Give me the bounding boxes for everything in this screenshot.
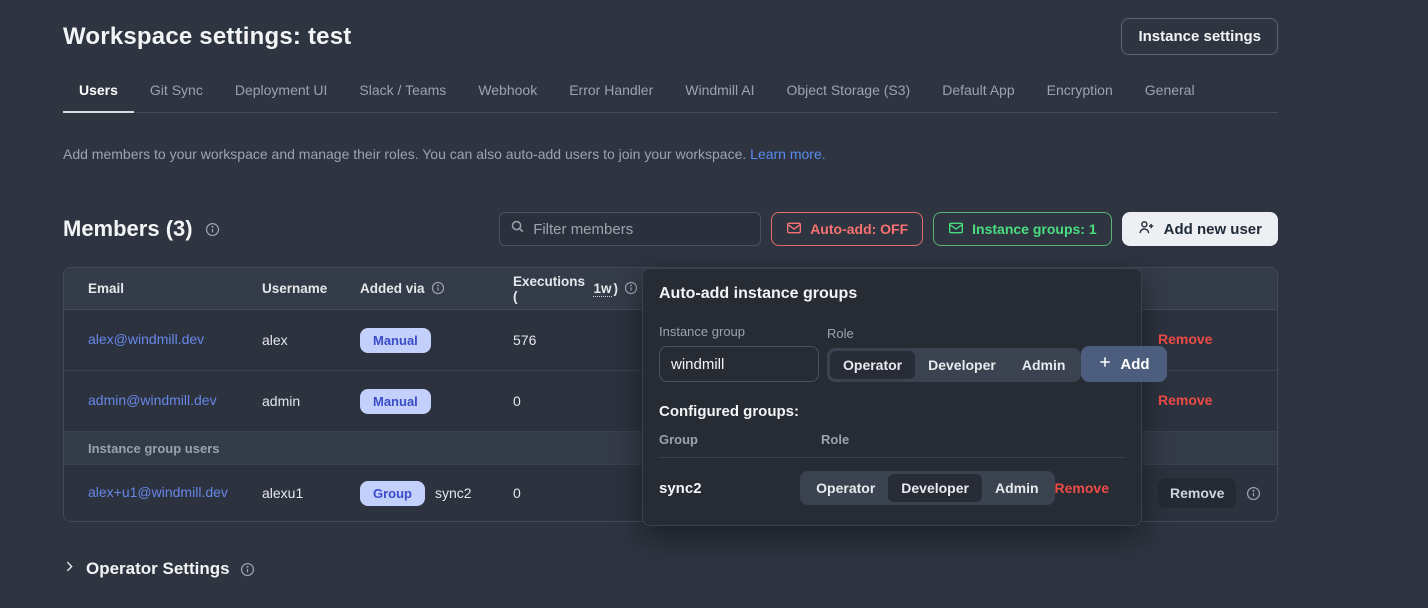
tab-object-storage[interactable]: Object Storage (S3)	[770, 82, 926, 113]
members-toolbar: Members (3) Auto-add: OFF	[63, 212, 1278, 246]
operator-settings-label: Operator Settings	[86, 559, 230, 579]
tab-default-app[interactable]: Default App	[926, 82, 1030, 113]
user-plus-icon	[1138, 219, 1155, 240]
auto-add-toggle-button[interactable]: Auto-add: OFF	[771, 212, 923, 246]
role-option-developer[interactable]: Developer	[915, 351, 1009, 379]
col-header-username: Username	[250, 281, 348, 296]
divider	[659, 457, 1125, 458]
instance-groups-button[interactable]: Instance groups: 1	[933, 212, 1111, 246]
member-username: alexu1	[250, 485, 348, 501]
member-executions: 0	[501, 393, 651, 409]
filter-members-input[interactable]	[533, 221, 750, 238]
col-header-email: Email	[64, 281, 250, 296]
members-heading: Members (3)	[63, 216, 193, 242]
auto-add-instance-groups-popup: Auto-add instance groups Instance group …	[642, 268, 1142, 526]
role-option-admin[interactable]: Admin	[1009, 351, 1079, 379]
learn-more-link[interactable]: Learn more.	[750, 146, 825, 162]
member-executions: 576	[501, 332, 651, 348]
popup-add-form: Instance group Role Operator Developer A…	[659, 324, 1125, 382]
instance-group-label: Instance group	[659, 324, 819, 339]
page-header: Workspace settings: test Instance settin…	[63, 0, 1278, 55]
instance-settings-button[interactable]: Instance settings	[1121, 18, 1278, 55]
members-info-icon[interactable]	[205, 222, 220, 237]
remove-member-button-disabled[interactable]: Remove	[1158, 478, 1236, 508]
search-icon	[510, 219, 525, 239]
configured-group-row: sync2 Operator Developer Admin Remove	[659, 471, 1125, 505]
added-via-badge: Manual	[360, 328, 431, 353]
tab-git-sync[interactable]: Git Sync	[134, 82, 219, 113]
popup-title: Auto-add instance groups	[659, 285, 1125, 303]
remove-member-button[interactable]: Remove	[1158, 331, 1212, 347]
remove-group-button[interactable]: Remove	[1055, 480, 1109, 496]
added-via-badge: Group	[360, 481, 425, 506]
tab-users[interactable]: Users	[63, 82, 134, 113]
configured-group-name: sync2	[659, 480, 800, 497]
add-new-user-button[interactable]: Add new user	[1122, 212, 1278, 246]
configured-groups-heading: Configured groups:	[659, 403, 1125, 420]
member-email-link[interactable]: admin@windmill.dev	[88, 392, 217, 408]
role-label: Role	[827, 326, 1081, 341]
role-column-header: Role	[821, 432, 849, 447]
description-text: Add members to your workspace and manage…	[63, 146, 746, 162]
mail-icon	[786, 220, 802, 239]
tab-deployment-ui[interactable]: Deployment UI	[219, 82, 344, 113]
remove-info-icon[interactable]	[1246, 486, 1261, 501]
add-group-button[interactable]: Add	[1081, 346, 1166, 382]
group-column-header: Group	[659, 432, 821, 447]
member-email-link[interactable]: alex@windmill.dev	[88, 331, 204, 347]
role-option-operator[interactable]: Operator	[830, 351, 915, 379]
instance-group-input[interactable]	[659, 346, 819, 382]
tab-webhook[interactable]: Webhook	[462, 82, 553, 113]
member-username: admin	[250, 393, 348, 409]
executions-info-icon[interactable]	[624, 281, 639, 296]
role-segmented-control: Operator Developer Admin	[827, 348, 1081, 382]
col-header-added-via: Added via	[348, 281, 501, 296]
member-email-link[interactable]: alex+u1@windmill.dev	[88, 484, 228, 500]
remove-member-button[interactable]: Remove	[1158, 392, 1212, 408]
role-option-admin[interactable]: Admin	[982, 474, 1052, 502]
role-segmented-control: Operator Developer Admin	[800, 471, 1054, 505]
tab-error-handler[interactable]: Error Handler	[553, 82, 669, 113]
role-option-operator[interactable]: Operator	[803, 474, 888, 502]
col-header-executions: Executions (1w)	[501, 274, 651, 304]
added-via-info-icon[interactable]	[431, 281, 446, 296]
plus-icon	[1098, 355, 1112, 373]
mail-icon	[948, 220, 964, 239]
member-username: alex	[250, 332, 348, 348]
tab-windmill-ai[interactable]: Windmill AI	[669, 82, 770, 113]
operator-settings-info-icon[interactable]	[240, 562, 255, 577]
tab-encryption[interactable]: Encryption	[1031, 82, 1129, 113]
filter-members-search[interactable]	[499, 212, 761, 246]
member-executions: 0	[501, 485, 651, 501]
tab-general[interactable]: General	[1129, 82, 1211, 113]
added-via-badge: Manual	[360, 389, 431, 414]
members-description: Add members to your workspace and manage…	[63, 146, 1278, 162]
settings-tab-bar: Users Git Sync Deployment UI Slack / Tea…	[63, 82, 1278, 113]
tab-slack-teams[interactable]: Slack / Teams	[343, 82, 462, 113]
role-option-developer[interactable]: Developer	[888, 474, 982, 502]
configured-groups-columns: Group Role	[659, 432, 1125, 447]
chevron-right-icon	[63, 560, 76, 578]
page-title: Workspace settings: test	[63, 23, 351, 51]
operator-settings-toggle[interactable]: Operator Settings	[63, 559, 1278, 579]
group-name: sync2	[435, 485, 472, 501]
